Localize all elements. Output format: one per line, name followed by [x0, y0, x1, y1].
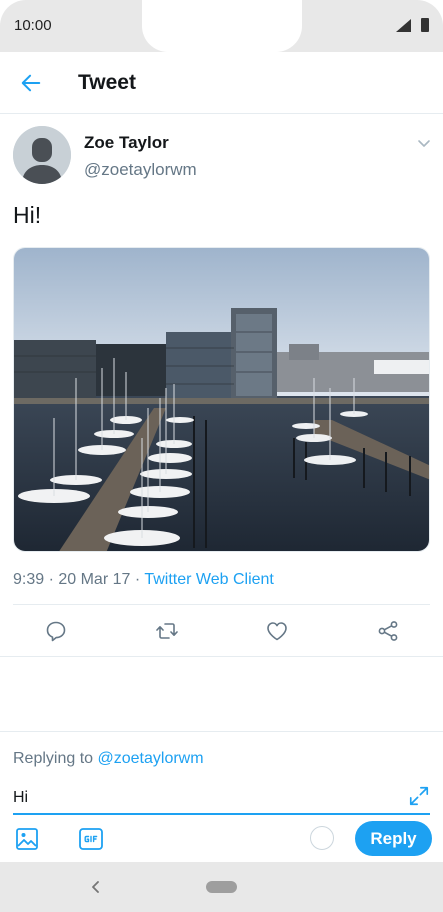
like-icon[interactable] — [265, 619, 289, 643]
share-icon[interactable] — [376, 619, 400, 643]
retweet-icon[interactable] — [155, 619, 179, 643]
reply-icon[interactable] — [44, 619, 68, 643]
gif-icon[interactable] — [79, 828, 103, 850]
nav-home-pill[interactable] — [206, 881, 237, 893]
page-title: Tweet — [78, 71, 136, 94]
meta-separator: · — [130, 571, 145, 588]
tweet-source-link[interactable]: Twitter Web Client — [144, 571, 274, 588]
image-icon[interactable] — [15, 827, 39, 851]
divider — [0, 656, 443, 657]
expand-icon[interactable] — [408, 785, 430, 807]
battery-icon — [421, 18, 429, 32]
replying-to: Replying to @zoetaylorwm — [13, 750, 204, 768]
tweet-date: 20 Mar 17 — [58, 571, 131, 588]
replying-to-prefix: Replying to — [13, 750, 98, 767]
display-notch — [142, 0, 302, 52]
status-time: 10:00 — [14, 17, 52, 34]
reply-button[interactable]: Reply — [355, 821, 432, 856]
author-handle[interactable]: @zoetaylorwm — [84, 160, 197, 180]
tweet-photo[interactable] — [13, 247, 430, 552]
tweet-meta: 9:39 · 20 Mar 17 · Twitter Web Client — [13, 571, 274, 589]
system-nav-bar — [0, 862, 443, 912]
avatar[interactable] — [13, 126, 71, 184]
nav-back-icon[interactable] — [89, 878, 103, 896]
tweet-time: 9:39 — [13, 571, 45, 588]
divider — [13, 604, 430, 605]
marina-photo-image — [14, 248, 429, 551]
meta-separator: · — [44, 571, 59, 588]
replying-to-handle[interactable]: @zoetaylorwm — [98, 750, 204, 767]
character-count-ring — [310, 826, 334, 850]
app-bar: Tweet — [0, 52, 443, 114]
signal-icon — [396, 19, 411, 32]
default-avatar-icon — [13, 126, 71, 184]
status-bar: 10:00 — [0, 0, 443, 52]
reply-input[interactable] — [13, 784, 398, 812]
tweet-text: Hi! — [13, 202, 42, 228]
input-underline — [13, 813, 430, 815]
chevron-down-icon[interactable] — [416, 135, 432, 151]
author-name[interactable]: Zoe Taylor — [84, 133, 169, 153]
tweet-action-bar — [0, 606, 443, 656]
arrow-left-icon[interactable] — [20, 72, 42, 94]
reply-composer: Replying to @zoetaylorwm Reply — [0, 731, 443, 862]
